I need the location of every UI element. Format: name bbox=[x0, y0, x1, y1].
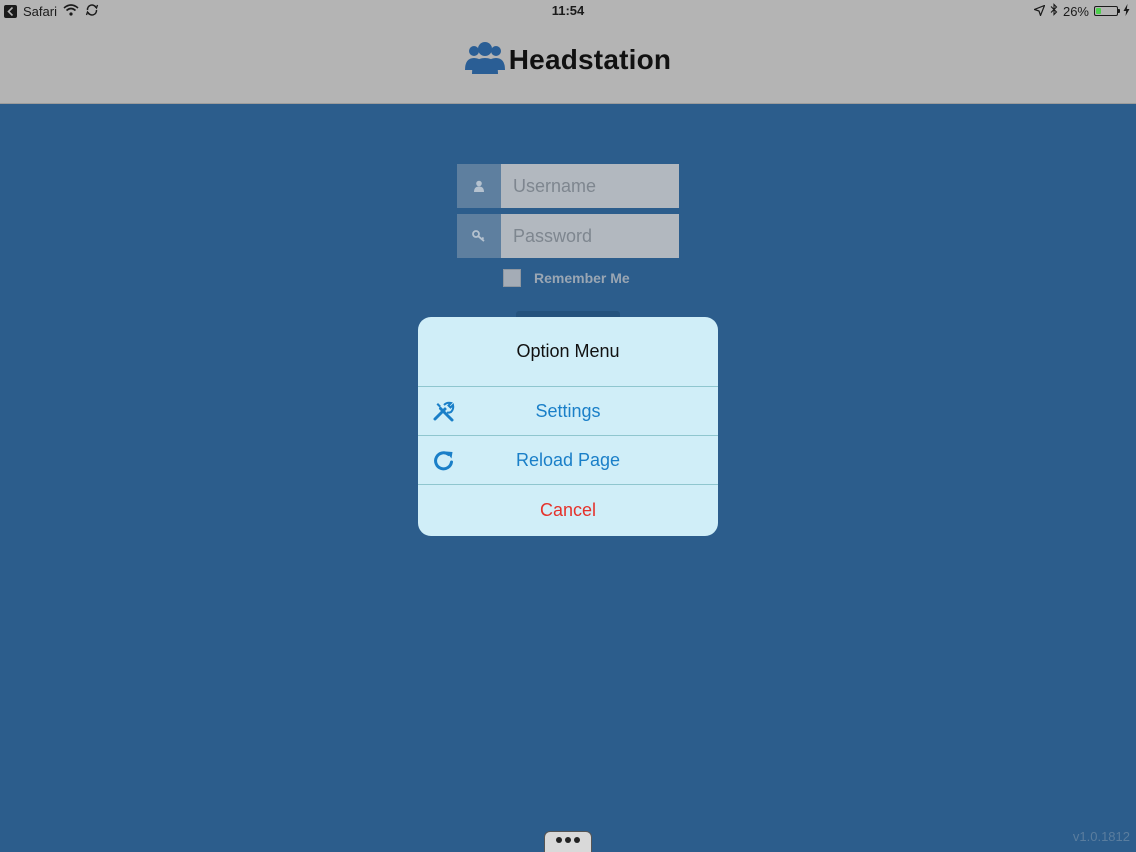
option-menu: Option Menu Settings Reload Page Cancel bbox=[418, 317, 718, 536]
location-icon bbox=[1032, 3, 1046, 19]
remember-me[interactable]: Remember Me bbox=[503, 269, 630, 287]
menu-item-settings-label: Settings bbox=[535, 400, 601, 421]
option-menu-title: Option Menu bbox=[418, 317, 718, 387]
remember-me-checkbox[interactable] bbox=[503, 269, 521, 287]
more-options-button[interactable] bbox=[544, 831, 592, 852]
version-label: v1.0.1812 bbox=[1072, 829, 1130, 844]
brand: Headstation bbox=[0, 40, 1136, 79]
menu-item-reload-label: Reload Page bbox=[515, 449, 621, 470]
more-dot bbox=[556, 837, 562, 843]
status-bar: Safari 11:54 26% bbox=[0, 0, 1136, 24]
username-row: Username bbox=[457, 164, 679, 208]
reload-icon bbox=[431, 448, 457, 474]
battery-percent: 26% bbox=[1062, 3, 1089, 19]
battery-level bbox=[1096, 8, 1102, 14]
username-input[interactable]: Username bbox=[501, 164, 679, 208]
status-time: 11:54 bbox=[551, 3, 585, 18]
status-right: 26% bbox=[1032, 3, 1130, 19]
app-header: Safari 11:54 26% Headstation bbox=[0, 0, 1136, 104]
brand-title: Headstation bbox=[508, 43, 672, 75]
tools-icon bbox=[431, 399, 457, 425]
bluetooth-icon bbox=[1050, 3, 1058, 19]
menu-item-settings[interactable]: Settings bbox=[418, 387, 718, 436]
password-input[interactable]: Password bbox=[501, 214, 679, 258]
remember-me-label: Remember Me bbox=[534, 270, 630, 286]
menu-item-reload-page[interactable]: Reload Page bbox=[418, 436, 718, 485]
more-dot bbox=[574, 837, 580, 843]
cancel-label: Cancel bbox=[539, 499, 597, 520]
users-icon bbox=[464, 40, 505, 79]
battery-icon bbox=[1094, 6, 1120, 16]
more-dot bbox=[565, 837, 571, 843]
password-row: Password bbox=[457, 214, 679, 258]
cancel-button[interactable]: Cancel bbox=[418, 485, 718, 535]
charging-icon bbox=[1123, 3, 1130, 19]
user-icon bbox=[457, 164, 501, 208]
key-icon bbox=[457, 214, 501, 258]
